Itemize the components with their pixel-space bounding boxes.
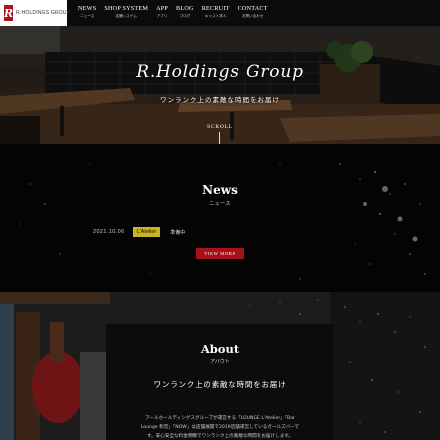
logo-mark: R (4, 5, 14, 21)
nav-label-jp: 店舗システム (115, 14, 137, 18)
about-heading: About (200, 342, 240, 356)
scroll-indicator[interactable]: SCROLL (0, 124, 440, 130)
about-subheading: アバウト (210, 359, 230, 365)
hero-section: R.Holdings Group ワンランク上の素敵な時間をお届け SCROLL (0, 26, 440, 144)
nav-label-en: SHOP SYSTEM (104, 5, 149, 12)
site-logo[interactable]: R R.HOLDINGS GROUP (0, 0, 71, 26)
nav-blog[interactable]: BLOG ブログ (172, 0, 198, 26)
logo-text: R.HOLDINGS GROUP (16, 10, 71, 16)
news-date: 2021.10.06 (93, 229, 125, 235)
about-body: アールホールディングスグループが運営する「LOUNGE L'Atelier」「B… (112, 414, 328, 440)
nav-label-en: NEWS (78, 5, 97, 12)
nav-label-jp: ブログ (179, 14, 191, 18)
hero-subtitle: ワンランク上の素敵な時間をお届け (160, 96, 280, 104)
about-body-line: アールホールディングスグループが運営する「LOUNGE L'Atelier」「B… (145, 416, 295, 421)
news-subheading: ニュース (209, 201, 231, 207)
nav-recruit[interactable]: RECRUIT キャスト求人 (198, 0, 234, 26)
nav-label-en: APP (156, 5, 169, 12)
nav-contact[interactable]: CONTACT お問い合わせ (234, 0, 272, 26)
news-shop-tag[interactable]: L'Atelier (132, 227, 161, 237)
main-nav: NEWS ニュース SHOP SYSTEM 店舗システム APP アプリ BLO… (74, 0, 272, 26)
news-heading: News (202, 183, 238, 197)
about-body-line: Lounge 和音」「NOW」は店舗展開で2019店舗運営しているガールズバーで (140, 425, 300, 430)
about-section: About アバウト ワンランク上の素敵な時間をお届け アールホールディングスグ… (0, 292, 440, 440)
view-more-button[interactable]: VIEW MORE (196, 248, 244, 259)
nav-app[interactable]: APP アプリ (152, 0, 172, 26)
scroll-line (219, 132, 220, 144)
nav-shop-system[interactable]: SHOP SYSTEM 店舗システム (100, 0, 152, 26)
news-item[interactable]: 2021.10.06 L'Atelier 準備中 (93, 227, 185, 237)
about-body-line: す。安心安全な料金明瞭でワンランク上の素敵な時間をお届けします。 (146, 434, 294, 439)
nav-label-en: RECRUIT (201, 5, 230, 12)
nav-label-jp: お問い合わせ (241, 14, 264, 18)
hero-title: R.Holdings Group (136, 62, 304, 82)
nav-label-jp: ニュース (80, 14, 95, 18)
nav-label-en: CONTACT (237, 5, 268, 12)
about-lead: ワンランク上の素敵な時間をお届け (153, 380, 287, 389)
nav-label-jp: キャスト求人 (204, 14, 227, 18)
nav-label-en: BLOG (176, 5, 194, 12)
news-text: 準備中 (170, 229, 186, 236)
nav-label-jp: アプリ (156, 14, 168, 18)
news-section: News ニュース 2021.10.06 L'Atelier 準備中 VIEW … (0, 144, 440, 292)
nav-news[interactable]: NEWS ニュース (74, 0, 100, 26)
starry-background (19, 163, 426, 280)
top-header: R R.HOLDINGS GROUP NEWS ニュース SHOP SYSTEM… (0, 0, 440, 26)
